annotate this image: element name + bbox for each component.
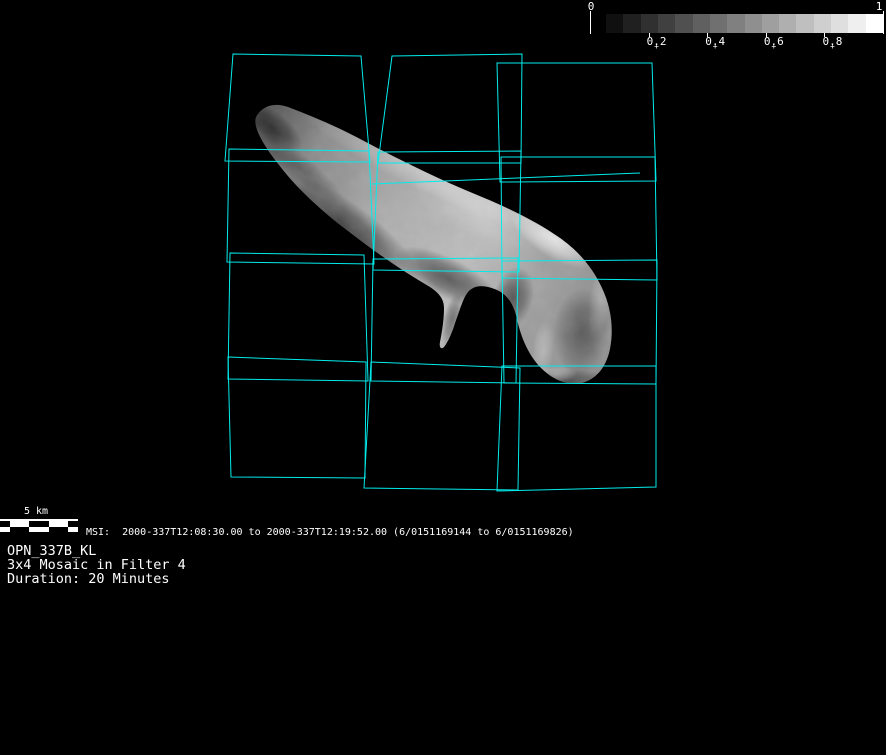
scalebar-checker-cell — [20, 527, 30, 533]
scalebar-checker-cell — [29, 527, 39, 533]
colorbar-cell — [745, 14, 762, 33]
colorbar-minor-tick: + — [812, 43, 852, 51]
colorbar-cell — [606, 14, 623, 33]
msi-mosaic-display: 0 1 0.2+0.4+0.6+0.8+ 5 km MSI: 2000-337T… — [0, 0, 886, 755]
mosaic-footprint-r1c2 — [378, 54, 522, 163]
scalebar-checker-cell — [68, 527, 78, 533]
colorbar-axis-start-line — [590, 11, 591, 34]
sequence-info-block: OPN_337B_KL 3x4 Mosaic in Filter 4 Durat… — [7, 544, 186, 586]
colorbar-minor-tick: + — [695, 43, 735, 51]
scalebar-checker — [0, 521, 78, 532]
colorbar-axis-end-line — [883, 11, 884, 34]
scalebar-checker-cell — [59, 527, 69, 533]
scalebar-checker-cell — [10, 527, 20, 533]
colorbar-cell — [814, 14, 831, 33]
colorbar-cell — [779, 14, 796, 33]
colorbar-cell — [658, 14, 675, 33]
colorbar-cell — [727, 14, 744, 33]
colorbar-cell — [831, 14, 848, 33]
colorbar-minor-tick: + — [754, 43, 794, 51]
colorbar — [606, 14, 883, 33]
render-canvas — [0, 0, 886, 755]
colorbar-minor-tick: + — [637, 43, 677, 51]
scalebar-label: 5 km — [15, 506, 57, 517]
colorbar-cell — [641, 14, 658, 33]
colorbar-cell — [675, 14, 692, 33]
observation-status-line: MSI: 2000-337T12:08:30.00 to 2000-337T12… — [86, 527, 574, 538]
duration-label: Duration: 20 Minutes — [7, 572, 186, 586]
sequence-id: OPN_337B_KL — [7, 544, 186, 558]
colorbar-cell — [710, 14, 727, 33]
colorbar-cell — [693, 14, 710, 33]
asteroid-shading — [220, 85, 640, 405]
mosaic-footprint-r4c1 — [228, 357, 366, 478]
scalebar-checker-cell — [39, 527, 49, 533]
scalebar-checker-cell — [0, 527, 10, 533]
colorbar-cell — [623, 14, 640, 33]
colorbar-cell — [762, 14, 779, 33]
colorbar-cell — [796, 14, 813, 33]
scalebar-checker-cell — [49, 527, 59, 533]
colorbar-cell — [866, 14, 883, 33]
mosaic-description: 3x4 Mosaic in Filter 4 — [7, 558, 186, 572]
colorbar-cell — [848, 14, 865, 33]
colorbar-min-label: 0 — [584, 1, 598, 12]
asteroid-eros-rendering — [220, 85, 640, 405]
mosaic-footprint-r4c3 — [497, 366, 656, 491]
